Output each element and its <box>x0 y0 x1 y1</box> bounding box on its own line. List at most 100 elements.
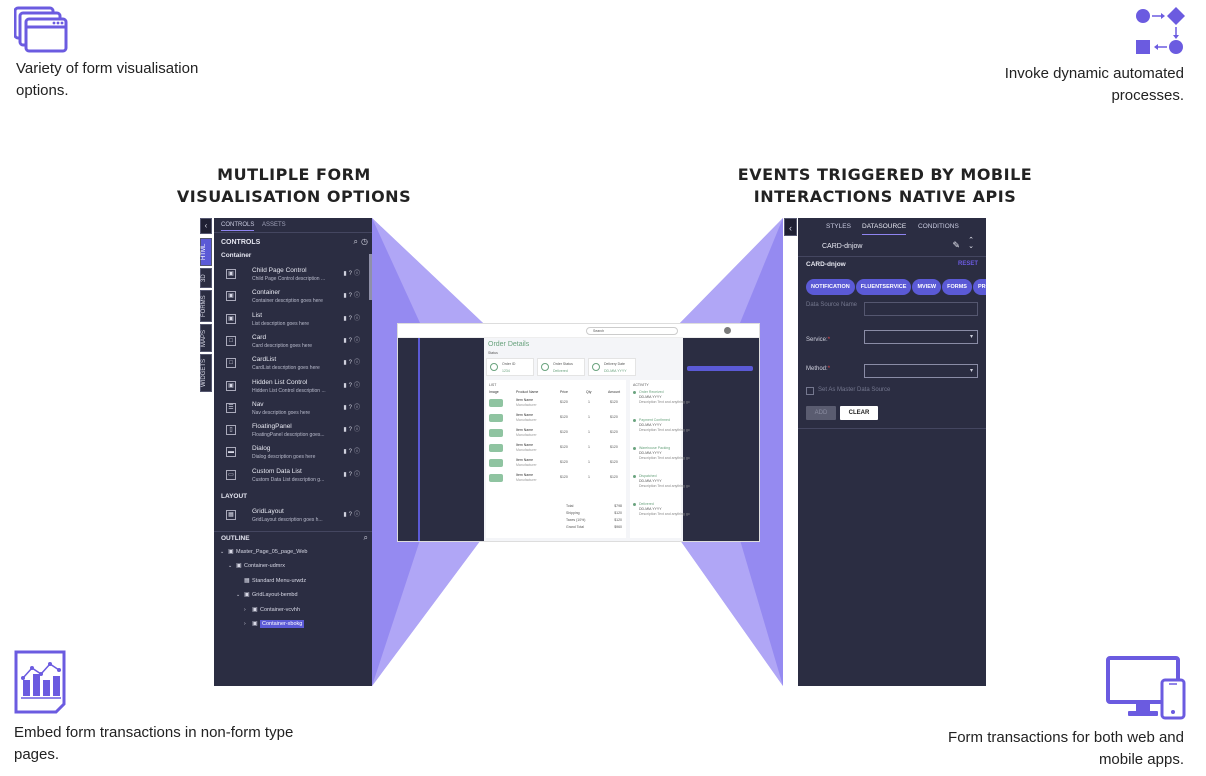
control-item[interactable]: ▭ Custom Data List Custom Data List descri… <box>226 468 372 490</box>
history-icon[interactable]: ◷ <box>361 237 368 246</box>
table-row[interactable]: Item Name Manufacturer $120 1 $120 <box>486 412 626 427</box>
info-icon[interactable]: ⓘ <box>354 405 362 411</box>
preview-card: Order Status Delivered <box>537 358 585 376</box>
preview-controls-panel <box>418 338 484 541</box>
product-amount: $120 <box>610 415 618 419</box>
info-icon[interactable]: ⓘ <box>354 449 362 455</box>
preview-main: Order Details Status Order ID 1234 Order S… <box>484 338 690 541</box>
preview-cards: Order ID 1234 Order Status Delivered Deliver… <box>486 358 681 376</box>
reset-button[interactable]: RESET <box>958 261 978 267</box>
outline-item[interactable]: › ▣ Container-vcvhh <box>244 606 300 613</box>
edit-icon[interactable]: ✎ <box>952 240 960 251</box>
chevron-down-icon[interactable]: ⌄ <box>236 592 244 598</box>
collapse-button[interactable]: ‹ <box>200 218 212 234</box>
control-item[interactable]: ▣ Child Page Control Child Page Control de… <box>226 267 372 289</box>
table-row[interactable]: Item Name Manufacturer $120 1 $120 <box>486 472 626 487</box>
product-sub: Manufacturer <box>516 403 537 407</box>
expand-collapse-icon[interactable]: ⌃ ⌄ <box>968 237 974 250</box>
chevron-right-icon[interactable]: › <box>244 621 252 627</box>
datasource-chip[interactable]: MVIEW <box>912 279 942 295</box>
table-row[interactable]: Item Name Manufacturer $120 1 $120 <box>486 427 626 442</box>
column-header: Qty <box>586 390 592 394</box>
info-icon[interactable]: ⓘ <box>354 472 362 478</box>
add-button[interactable]: ADD <box>806 406 836 420</box>
search-icon[interactable]: ⌕ <box>354 237 358 247</box>
card-value: 1234 <box>502 369 510 373</box>
section-title: CARD-dnjow <box>806 261 846 268</box>
preview-page-title: Order Details <box>488 341 530 348</box>
control-item[interactable]: ▣ Hidden List Control Hidden List Control … <box>226 379 372 401</box>
product-image <box>489 399 503 407</box>
control-item[interactable]: ▣ List List description goes here ▮?ⓘ <box>226 312 372 334</box>
preview-search[interactable]: Search <box>586 327 678 335</box>
table-row[interactable]: Item Name Manufacturer $120 1 $120 <box>486 397 626 412</box>
control-item[interactable]: ▣ Container Container description goes her… <box>226 289 372 311</box>
table-row[interactable]: Item Name Manufacturer $120 1 $120 <box>486 457 626 472</box>
datasource-chip[interactable]: FLUENTSERVICE <box>855 279 912 295</box>
tab-assets[interactable]: ASSETS <box>262 222 286 228</box>
datasource-chip[interactable]: PROCESS <box>972 279 986 295</box>
control-list: ▣ Child Page Control Child Page Control de… <box>214 267 372 497</box>
product-name: Item Name <box>516 398 534 402</box>
info-icon[interactable]: ⓘ <box>354 271 362 277</box>
right-collapse-button[interactable]: ‹ <box>784 218 797 236</box>
control-item[interactable]: ▬ Dialog Dialog description goes here ▮?ⓘ <box>226 445 372 467</box>
info-icon[interactable]: ⓘ <box>354 338 362 344</box>
label-data-source-name: Data Source Name <box>806 302 858 308</box>
datasource-chip[interactable]: FORMS <box>942 279 972 295</box>
table-row[interactable]: Item Name Manufacturer $120 1 $120 <box>486 442 626 457</box>
method-select[interactable]: ▾ <box>864 364 978 378</box>
control-icon: ☰ <box>226 402 236 413</box>
outline-item[interactable]: ⌄ ▣ GridLayout-bembd <box>236 591 298 598</box>
outline-item[interactable]: ⌄ ▣ Container-udmrx <box>228 562 285 569</box>
data-source-name-input[interactable] <box>864 302 978 316</box>
tab-datasource[interactable]: DATASOURCE <box>862 223 907 235</box>
info-icon[interactable]: ⓘ <box>354 316 362 322</box>
column-header: Amount <box>608 390 621 394</box>
chevron-right-icon[interactable]: › <box>244 607 252 613</box>
control-item[interactable]: □ CardList CardList description goes here ▮… <box>226 356 372 378</box>
control-item[interactable]: □ Card Card description goes here ▮?ⓘ <box>226 334 372 356</box>
service-select[interactable]: ▾ <box>864 330 978 344</box>
master-datasource-checkbox[interactable] <box>806 387 814 395</box>
tab-conditions[interactable]: CONDITIONS <box>918 223 959 230</box>
total-value: $960 <box>614 525 622 529</box>
info-icon[interactable]: ⓘ <box>354 293 362 299</box>
info-icon[interactable]: ⓘ <box>354 512 362 518</box>
tab-controls[interactable]: CONTROLS <box>221 222 255 231</box>
feature-text: Embed form transactions in non-form type… <box>14 724 294 763</box>
datasource-chip[interactable]: NOTIFICATION <box>806 279 855 295</box>
side-tab-forms[interactable]: FORMS <box>200 290 212 322</box>
side-tab-maps[interactable]: MAPS <box>200 324 212 352</box>
control-name: Dialog <box>252 445 271 453</box>
control-item[interactable]: ☰ Nav Nav description goes here ▮?ⓘ <box>226 401 372 423</box>
outline-item[interactable]: ▦ Standard Menu-urwdz <box>236 577 306 584</box>
preview-list-title: LIST <box>489 383 497 387</box>
control-icon: ▭ <box>226 469 236 480</box>
control-name: FloatingPanel <box>252 423 292 431</box>
preview-avatar[interactable] <box>724 327 731 334</box>
outline-search-icon[interactable]: ⌕ <box>364 533 368 543</box>
control-item[interactable]: ▦ GridLayout GridLayout description goes h… <box>226 508 372 530</box>
layout-list: ▦ GridLayout GridLayout description goes h… <box>214 508 372 532</box>
info-icon[interactable]: ⓘ <box>354 383 362 389</box>
info-icon[interactable]: ⓘ <box>354 360 362 366</box>
clear-button[interactable]: CLEAR <box>840 406 878 420</box>
control-actions: ▮?ⓘ <box>343 357 362 366</box>
card-icon <box>541 363 549 371</box>
info-icon[interactable]: ⓘ <box>354 427 362 433</box>
control-name: Container <box>252 289 281 297</box>
preview-properties-panel <box>683 338 759 541</box>
outline-item[interactable]: ⌄ ▣ Master_Page_05_page_Web <box>220 548 307 555</box>
activity-item: Payment Confirmed DD-MM-YYYY Description T… <box>633 418 690 440</box>
control-item[interactable]: ▯ FloatingPanel FloatingPanel description … <box>226 423 372 445</box>
outline-item[interactable]: › ▣ Container-xbokg <box>244 620 305 628</box>
chevron-down-icon[interactable]: ⌄ <box>220 549 228 555</box>
side-tab-widgets[interactable]: WIDGETS <box>200 354 212 392</box>
tab-styles[interactable]: STYLES <box>826 223 851 230</box>
chevron-down-icon[interactable]: ⌄ <box>228 563 236 569</box>
product-sub: Manufacturer <box>516 418 537 422</box>
side-tab-html[interactable]: HTML <box>200 238 212 266</box>
side-tab-3d[interactable]: 3D <box>200 268 212 288</box>
control-actions: ▮?ⓘ <box>343 290 362 299</box>
